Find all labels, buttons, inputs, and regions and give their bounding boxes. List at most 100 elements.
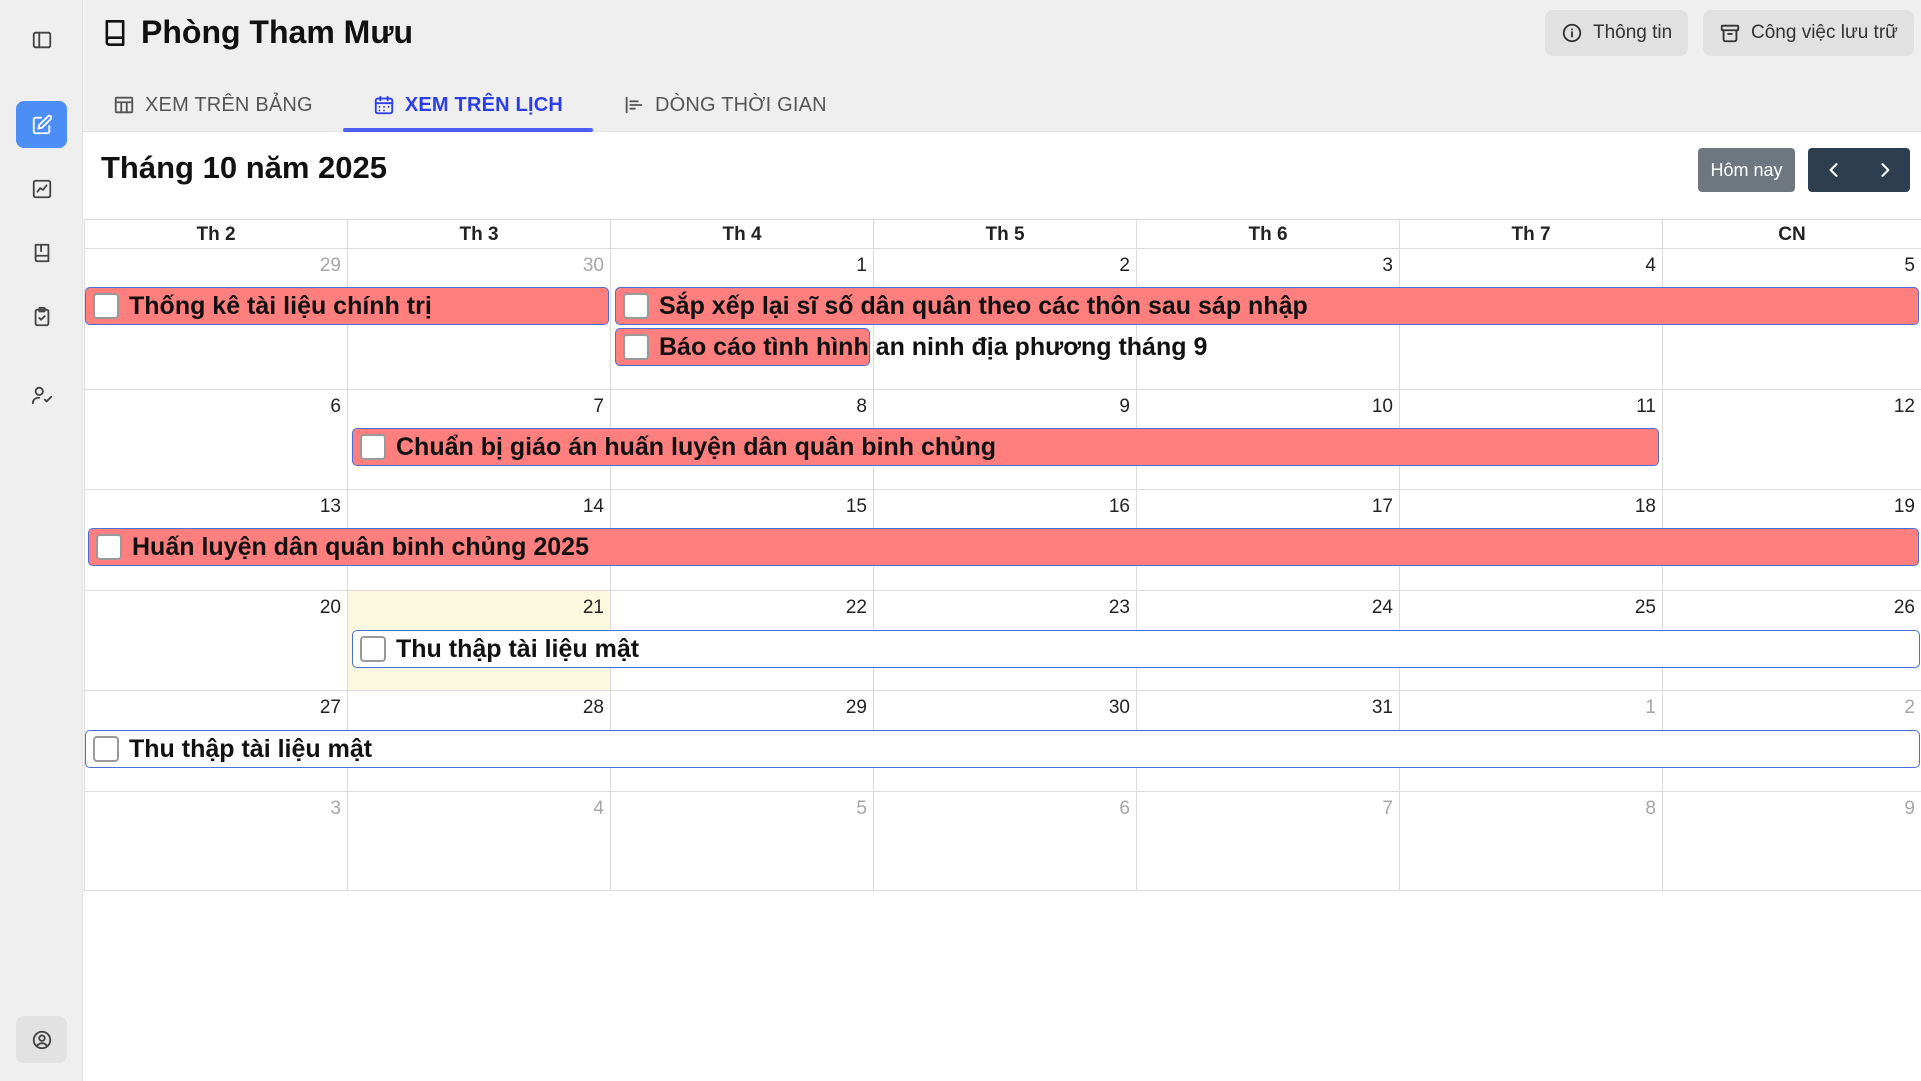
month-nav [1808, 148, 1910, 192]
day-number: 7 [593, 396, 604, 417]
user-check-icon[interactable] [16, 371, 67, 418]
archive-button[interactable]: Công việc lưu trữ [1703, 10, 1914, 56]
event-title: Huấn luyện dân quân binh chủng 2025 [132, 532, 589, 561]
day-number: 5 [856, 798, 867, 819]
notebook-icon [105, 19, 125, 46]
day-number: 13 [319, 496, 341, 517]
event-title: Thống kê tài liệu chính trị [129, 291, 432, 320]
day-number: 25 [1634, 597, 1656, 618]
day-number: 16 [1108, 496, 1130, 517]
calendar-event[interactable]: Thống kê tài liệu chính trị [85, 287, 609, 325]
day-number: 30 [582, 255, 604, 276]
info-button[interactable]: Thông tin [1545, 10, 1689, 56]
user-circle-icon[interactable] [16, 1016, 67, 1063]
day-cell[interactable]: 12 [1662, 390, 1921, 489]
weekday-header: Th 7 [1399, 220, 1662, 249]
day-cell[interactable]: 9 [1662, 792, 1921, 890]
day-number: 9 [1119, 396, 1130, 417]
event-title: Báo cáo tình hình an ninh địa phương thá… [659, 332, 1208, 361]
tab-label: DÒNG THỜI GIAN [655, 93, 827, 116]
day-number: 7 [1382, 798, 1393, 819]
tab-label: XEM TRÊN LỊCH [404, 93, 563, 116]
archive-icon [1720, 24, 1740, 43]
weekday-header: Th 3 [347, 220, 610, 249]
next-month-button[interactable] [1859, 148, 1910, 192]
timeline-icon [625, 96, 643, 114]
calendar-event[interactable]: Chuẩn bị giáo án huấn luyện dân quân bin… [352, 428, 1659, 466]
day-number: 14 [582, 496, 604, 517]
page-title-text: Phòng Tham Mưu [141, 14, 414, 50]
weekday-header: Th 6 [1136, 220, 1399, 249]
calendar-event[interactable]: Thu thập tài liệu mật [85, 730, 1920, 768]
calendar-event[interactable]: Sắp xếp lại sĩ số dân quân theo các thôn… [615, 287, 1919, 325]
info-icon [1562, 23, 1582, 43]
day-number: 27 [319, 697, 341, 718]
day-cell[interactable]: 8 [1399, 792, 1662, 890]
day-number: 22 [845, 597, 867, 618]
event-checkbox[interactable] [360, 434, 386, 460]
info-button-label: Thông tin [1593, 22, 1673, 43]
calendar-event[interactable]: Thu thập tài liệu mật [352, 630, 1920, 668]
event-title: Sắp xếp lại sĩ số dân quân theo các thôn… [659, 291, 1308, 320]
day-number: 21 [582, 597, 604, 618]
clipboard-check-icon[interactable] [16, 293, 67, 340]
chevron-right-icon [1880, 163, 1889, 177]
archive-button-label: Công việc lưu trữ [1751, 22, 1898, 43]
day-cell[interactable]: 20 [84, 591, 347, 690]
day-cell[interactable]: 6 [84, 390, 347, 489]
sidebar-toggle-icon[interactable] [16, 16, 67, 63]
page-title: Phòng Tham Mưu [101, 14, 413, 51]
tab-calendar-view[interactable]: XEM TRÊN LỊCH [342, 78, 594, 132]
day-number: 29 [319, 255, 341, 276]
day-number: 8 [1645, 798, 1656, 819]
event-checkbox[interactable] [93, 736, 119, 762]
day-number: 28 [582, 697, 604, 718]
day-number: 9 [1904, 798, 1915, 819]
event-checkbox[interactable] [96, 534, 122, 560]
day-cell[interactable]: 4 [347, 792, 610, 890]
event-checkbox[interactable] [623, 334, 649, 360]
event-title: Chuẩn bị giáo án huấn luyện dân quân bin… [396, 432, 996, 461]
day-number: 30 [1108, 697, 1130, 718]
weekday-header: Th 2 [84, 220, 347, 249]
day-number: 17 [1371, 496, 1393, 517]
sidebar [0, 0, 83, 1081]
event-checkbox[interactable] [93, 293, 119, 319]
tab-table-view[interactable]: XEM TRÊN BẢNG [83, 78, 343, 132]
day-number: 10 [1371, 396, 1393, 417]
weekday-header: Th 5 [873, 220, 1136, 249]
month-title: Tháng 10 năm 2025 [101, 150, 388, 185]
day-number: 19 [1893, 496, 1915, 517]
day-number: 26 [1893, 597, 1915, 618]
event-checkbox[interactable] [360, 636, 386, 662]
prev-month-button[interactable] [1808, 148, 1859, 192]
chart-line-icon[interactable] [16, 165, 67, 212]
day-number: 15 [845, 496, 867, 517]
day-number: 31 [1371, 697, 1393, 718]
day-cell[interactable]: 6 [873, 792, 1136, 890]
calendar-week: 13 14 15 16 17 18 19 Huấn luyện dân quân… [84, 490, 1921, 591]
calendar-week: 3 4 5 6 7 8 9 [84, 792, 1921, 891]
book-icon[interactable] [16, 229, 67, 276]
calendar-week: 27 28 29 30 31 1 2 Thu thập tài liệu mật [84, 691, 1921, 792]
day-cell[interactable]: 5 [610, 792, 873, 890]
day-number: 20 [319, 597, 341, 618]
event-title: Thu thập tài liệu mật [129, 734, 373, 763]
day-number: 18 [1634, 496, 1656, 517]
calendar-event[interactable]: Huấn luyện dân quân binh chủng 2025 [88, 528, 1919, 566]
calendar-event[interactable]: Báo cáo tình hình an ninh địa phương thá… [615, 328, 1207, 366]
day-cell[interactable]: 7 [1136, 792, 1399, 890]
weekday-header: CN [1662, 220, 1921, 249]
day-number: 1 [1645, 697, 1656, 718]
day-number: 4 [593, 798, 604, 819]
tab-timeline-view[interactable]: DÒNG THỜI GIAN [593, 78, 857, 132]
day-number: 2 [1904, 697, 1915, 718]
day-cell[interactable]: 3 [84, 792, 347, 890]
day-number: 12 [1893, 396, 1915, 417]
calendar-icon [374, 95, 393, 115]
today-button[interactable]: Hôm nay [1698, 148, 1795, 192]
event-checkbox[interactable] [623, 293, 649, 319]
edit-icon[interactable] [16, 101, 67, 148]
weekday-header-row: Th 2 Th 3 Th 4 Th 5 Th 6 Th 7 CN [84, 219, 1921, 249]
day-number: 24 [1371, 597, 1393, 618]
